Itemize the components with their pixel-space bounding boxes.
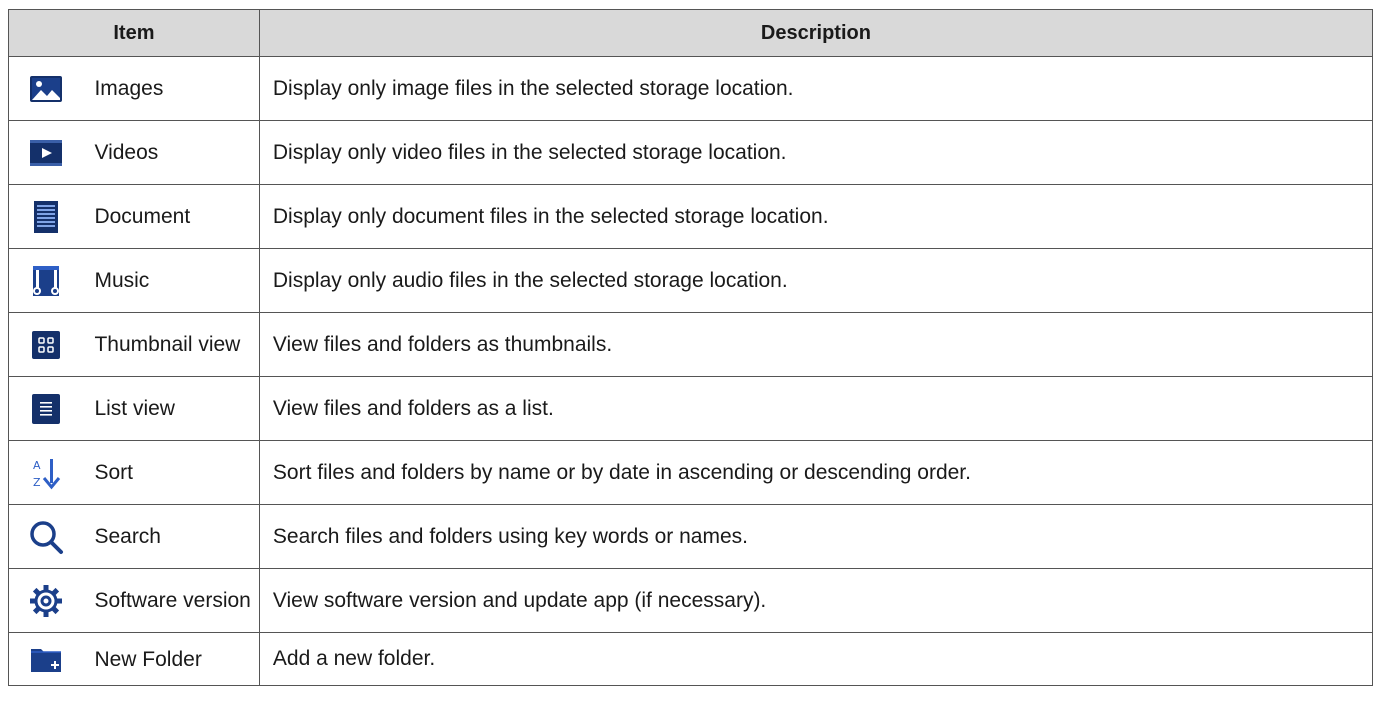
thumbnail-view-icon xyxy=(28,327,64,363)
icon-cell xyxy=(8,56,84,121)
item-name: Software version xyxy=(83,568,260,633)
search-icon xyxy=(28,519,64,555)
description-column-header: Description xyxy=(258,9,1373,57)
item-name: Sort xyxy=(83,440,260,505)
icon-cell xyxy=(8,568,84,633)
icon-cell xyxy=(8,376,84,441)
item-description: View files and folders as thumbnails. xyxy=(258,312,1373,377)
item-name: Search xyxy=(83,504,260,569)
icon-cell xyxy=(8,184,84,249)
document-icon xyxy=(28,199,64,235)
item-description: Sort files and folders by name or by dat… xyxy=(258,440,1373,505)
icon-cell xyxy=(8,248,84,313)
table-row: Search Search files and folders using ke… xyxy=(8,504,1373,569)
image-icon xyxy=(28,71,64,107)
item-description: View files and folders as a list. xyxy=(258,376,1373,441)
item-description: Display only video files in the selected… xyxy=(258,120,1373,185)
table-row: Images Display only image files in the s… xyxy=(8,56,1373,121)
item-description: Display only document files in the selec… xyxy=(258,184,1373,249)
icon-cell xyxy=(8,632,84,686)
item-name: Images xyxy=(83,56,260,121)
icon-cell xyxy=(8,312,84,377)
list-view-icon xyxy=(28,391,64,427)
table-row: List view View files and folders as a li… xyxy=(8,376,1373,441)
gear-icon xyxy=(28,583,64,619)
item-name: List view xyxy=(83,376,260,441)
item-description: Search files and folders using key words… xyxy=(258,504,1373,569)
icon-reference-table-container: Item Description Images Display only ima… xyxy=(8,9,1373,686)
item-description: Add a new folder. xyxy=(258,632,1373,686)
table-row: Software version View software version a… xyxy=(8,568,1373,633)
table-row: Music Display only audio files in the se… xyxy=(8,248,1373,313)
table-row: Thumbnail view View files and folders as… xyxy=(8,312,1373,377)
new-folder-icon xyxy=(28,641,64,677)
svg-text:Z: Z xyxy=(33,476,41,489)
item-description: Display only audio files in the selected… xyxy=(258,248,1373,313)
table-row: Videos Display only video files in the s… xyxy=(8,120,1373,185)
table-row: Document Display only document files in … xyxy=(8,184,1373,249)
item-description: View software version and update app (if… xyxy=(258,568,1373,633)
table-row: AZ Sort Sort files and folders by name o… xyxy=(8,440,1373,505)
icon-cell xyxy=(8,504,84,569)
item-column-header: Item xyxy=(8,9,260,57)
music-icon xyxy=(28,263,64,299)
table-header-row: Item Description xyxy=(8,9,1373,57)
item-description: Display only image files in the selected… xyxy=(258,56,1373,121)
item-name: Thumbnail view xyxy=(83,312,260,377)
icon-cell xyxy=(8,120,84,185)
video-icon xyxy=(28,135,64,171)
item-name: Videos xyxy=(83,120,260,185)
icon-reference-table: Item Description Images Display only ima… xyxy=(8,9,1373,686)
icon-cell: AZ xyxy=(8,440,84,505)
item-name: New Folder xyxy=(83,632,260,686)
sort-icon: AZ xyxy=(28,455,64,491)
item-name: Music xyxy=(83,248,260,313)
svg-text:A: A xyxy=(33,459,41,472)
table-row: New Folder Add a new folder. xyxy=(8,632,1373,686)
item-name: Document xyxy=(83,184,260,249)
